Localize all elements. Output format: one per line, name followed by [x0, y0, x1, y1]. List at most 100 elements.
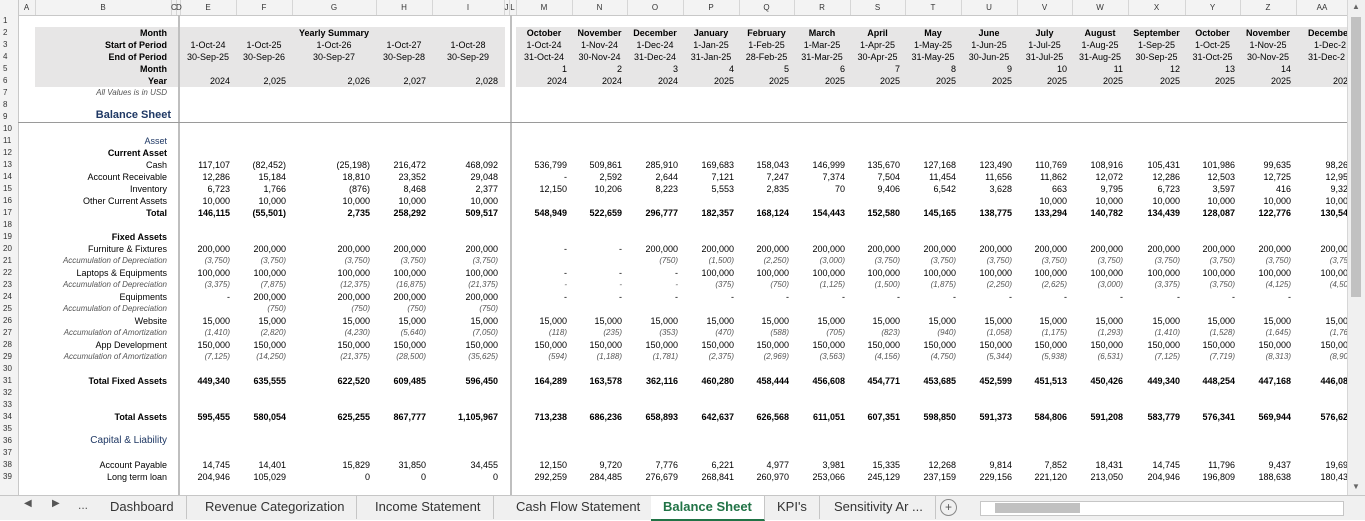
month-5-r23: (1,125) — [819, 280, 845, 289]
column-header-A[interactable]: A — [18, 0, 36, 15]
sheet-tab-income-statement[interactable]: Income Statement — [363, 496, 494, 519]
row-header-2[interactable]: 2 — [0, 27, 21, 39]
select-all-corner[interactable] — [0, 0, 19, 15]
yearly-1-r17: (55,501) — [252, 208, 286, 218]
row-header-22[interactable]: 22 — [0, 267, 21, 279]
column-header-Q[interactable]: Q — [739, 0, 795, 15]
prev-sheet-button[interactable]: ◀ — [24, 498, 32, 509]
column-header-S[interactable]: S — [850, 0, 906, 15]
row-header-7[interactable]: 7 — [0, 87, 21, 99]
row-header-33[interactable]: 33 — [0, 399, 21, 411]
month-3-r22: 100,000 — [701, 268, 734, 278]
row-header-18[interactable]: 18 — [0, 219, 21, 231]
row-header-37[interactable]: 37 — [0, 447, 21, 459]
month-13-r29: (8,313) — [1265, 352, 1291, 361]
column-header-G[interactable]: G — [292, 0, 377, 15]
month-11-r28: 150,000 — [1147, 340, 1180, 350]
sheet-tab-cash-flow-statement[interactable]: Cash Flow Statement — [504, 496, 654, 519]
row-header-25[interactable]: 25 — [0, 303, 21, 315]
sheet-tab-dashboard[interactable]: Dashboard — [98, 496, 187, 519]
hscroll-thumb[interactable] — [995, 503, 1080, 513]
scroll-thumb[interactable] — [1351, 17, 1361, 297]
column-header-N[interactable]: N — [572, 0, 628, 15]
column-header-I[interactable]: I — [432, 0, 505, 15]
horizontal-scrollbar[interactable] — [980, 501, 1344, 516]
sheet-tab-balance-sheet[interactable]: Balance Sheet — [651, 496, 765, 521]
row-header-29[interactable]: 29 — [0, 351, 21, 363]
column-header-Z[interactable]: Z — [1240, 0, 1297, 15]
row-header-31[interactable]: 31 — [0, 375, 21, 387]
sheet-tab-revenue-categorization[interactable]: Revenue Categorization — [193, 496, 358, 519]
row-header-3[interactable]: 3 — [0, 39, 21, 51]
column-header-U[interactable]: U — [961, 0, 1018, 15]
row-header-14[interactable]: 14 — [0, 171, 21, 183]
column-header-R[interactable]: R — [794, 0, 851, 15]
column-header-O[interactable]: O — [627, 0, 684, 15]
month-2-r17: 296,777 — [645, 208, 678, 218]
scroll-down-arrow[interactable]: ▼ — [1352, 482, 1360, 491]
month-2-r20: 200,000 — [645, 244, 678, 254]
yearly-4-r22: 100,000 — [465, 268, 498, 278]
add-sheet-button[interactable]: + — [940, 499, 957, 516]
column-header-M[interactable]: M — [516, 0, 573, 15]
row-header-35[interactable]: 35 — [0, 423, 21, 435]
row-header-6[interactable]: 6 — [0, 75, 21, 87]
column-header-V[interactable]: V — [1017, 0, 1073, 15]
column-header-W[interactable]: W — [1072, 0, 1129, 15]
column-header-X[interactable]: X — [1128, 0, 1186, 15]
yearly-3-r13: 216,472 — [393, 160, 426, 170]
row-header-11[interactable]: 11 — [0, 135, 21, 147]
scroll-up-arrow[interactable]: ▲ — [1352, 2, 1360, 11]
row-header-34[interactable]: 34 — [0, 411, 21, 423]
row-header-1[interactable]: 1 — [0, 15, 21, 27]
column-header-F[interactable]: F — [236, 0, 293, 15]
yearly-0-r20: 200,000 — [197, 244, 230, 254]
column-header-P[interactable]: P — [683, 0, 740, 15]
label-r39: Long term loan — [106, 472, 167, 482]
month-1-r29: (1,188) — [596, 352, 622, 361]
spreadsheet-grid[interactable]: A B C D E F G H I J L M N O P Q R S T U V W X Y Z AA 1 2 3 4 5 6 7 8 9 10 11… — [0, 0, 1349, 495]
row-header-5[interactable]: 5 — [0, 63, 21, 75]
row-header-23[interactable]: 23 — [0, 279, 21, 291]
column-header-H[interactable]: H — [376, 0, 433, 15]
row-header-28[interactable]: 28 — [0, 339, 21, 351]
row-header-15[interactable]: 15 — [0, 183, 21, 195]
row-header-38[interactable]: 38 — [0, 459, 21, 471]
row-header-36[interactable]: 36 — [0, 435, 21, 447]
month-5-r31: 456,608 — [812, 376, 845, 386]
row-header-39[interactable]: 39 — [0, 471, 21, 483]
next-sheet-button[interactable]: ▶ — [52, 498, 60, 509]
month-6-r26: 15,000 — [872, 316, 900, 326]
column-header-Y[interactable]: Y — [1185, 0, 1241, 15]
row-header-17[interactable]: 17 — [0, 207, 21, 219]
row-header-24[interactable]: 24 — [0, 291, 21, 303]
sheet-tab-kpi-s[interactable]: KPI's — [765, 496, 820, 519]
row-header-32[interactable]: 32 — [0, 387, 21, 399]
sheet-tab-sensitivity-ar[interactable]: Sensitivity Ar ... — [822, 496, 936, 519]
row-header-19[interactable]: 19 — [0, 231, 21, 243]
vertical-scrollbar[interactable]: ▲ ▼ — [1347, 0, 1365, 495]
yearly-4-r17: 509,517 — [465, 208, 498, 218]
row-header-10[interactable]: 10 — [0, 123, 21, 135]
month-4-r27: (588) — [770, 328, 789, 337]
month-0-r15: 12,150 — [539, 184, 567, 194]
row-header-12[interactable]: 12 — [0, 147, 21, 159]
column-header-AA[interactable]: AA — [1296, 0, 1349, 15]
row-header-16[interactable]: 16 — [0, 195, 21, 207]
row-header-20[interactable]: 20 — [0, 243, 21, 255]
row-header-13[interactable]: 13 — [0, 159, 21, 171]
row-header-30[interactable]: 30 — [0, 363, 21, 375]
column-header-E[interactable]: E — [180, 0, 237, 15]
more-sheets-left-button[interactable]: ... — [78, 498, 88, 512]
row-header-21[interactable]: 21 — [0, 255, 21, 267]
row-header-27[interactable]: 27 — [0, 327, 21, 339]
row-header-8[interactable]: 8 — [0, 99, 21, 111]
month-0-r38: 12,150 — [539, 460, 567, 470]
month-5-r24: - — [842, 292, 845, 302]
row-header-4[interactable]: 4 — [0, 51, 21, 63]
column-header-B[interactable]: B — [35, 0, 172, 15]
column-header-T[interactable]: T — [905, 0, 962, 15]
month-4-r23: (750) — [770, 280, 789, 289]
row-header-26[interactable]: 26 — [0, 315, 21, 327]
month-name-7: May — [924, 28, 942, 38]
